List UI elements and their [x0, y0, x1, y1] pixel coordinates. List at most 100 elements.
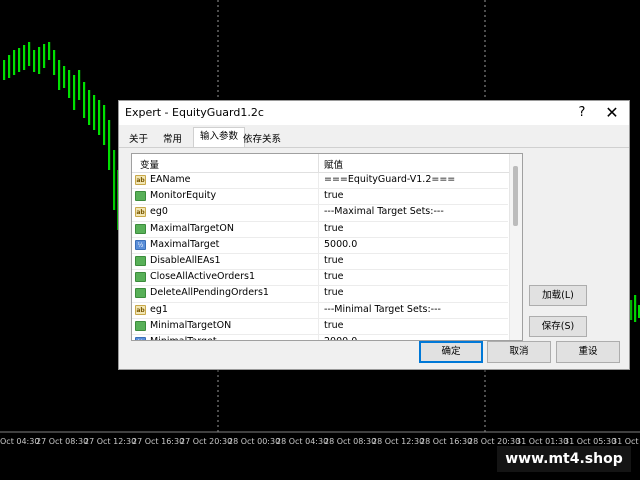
- bool-type-icon: [135, 223, 146, 234]
- candle: [28, 42, 31, 66]
- candle: [8, 55, 11, 78]
- parameter-name: MinimalTarget: [150, 336, 217, 340]
- candle: [630, 300, 633, 320]
- time-tick-label: 28 Oct 16:30: [420, 437, 473, 446]
- dialog-titlebar: Expert - EquityGuard1.2c ? ✕: [119, 101, 629, 125]
- parameter-value[interactable]: true: [324, 271, 344, 282]
- parameter-name: MaximalTargetON: [150, 222, 234, 234]
- parameter-value[interactable]: true: [324, 223, 344, 234]
- parameter-row[interactable]: MinimalTargetON true: [132, 318, 508, 335]
- string-type-icon: ab: [135, 207, 146, 218]
- candle: [3, 60, 6, 80]
- grid-scrollbar[interactable]: [509, 154, 522, 340]
- time-tick-label: Oct 04:30: [0, 437, 40, 446]
- candle: [634, 295, 637, 322]
- grid-rows: ab EAName ===EquityGuard-V1.2=== MonitorEqu…: [132, 173, 508, 340]
- parameter-value[interactable]: 2000.0: [324, 336, 357, 340]
- inputs-grid: 变量 赋值 ab EAName ===EquityGuard-V1.2=== Moni…: [131, 153, 523, 341]
- parameter-value[interactable]: true: [324, 320, 344, 331]
- candle: [18, 48, 21, 72]
- parameter-value[interactable]: true: [324, 287, 344, 298]
- parameter-value[interactable]: true: [324, 190, 344, 201]
- parameter-row[interactable]: ab eg0 ---Maximal Target Sets:---: [132, 205, 508, 222]
- column-header-variable[interactable]: 变量: [140, 157, 159, 171]
- time-tick-label: 27 Oct 12:30: [84, 437, 137, 446]
- time-tick-label: 31 Oct 01:30: [516, 437, 569, 446]
- bool-type-icon: [135, 191, 146, 202]
- parameter-row[interactable]: DeleteAllPendingOrders1 true: [132, 286, 508, 303]
- string-type-icon: ab: [135, 304, 146, 315]
- parameter-name: MaximalTarget: [150, 238, 220, 250]
- parameter-value[interactable]: ---Maximal Target Sets:---: [324, 206, 444, 217]
- parameter-row[interactable]: MonitorEquity true: [132, 189, 508, 206]
- parameter-name: DisableAllEAs1: [150, 254, 221, 266]
- tab-common[interactable]: 常用: [163, 131, 182, 145]
- grid-header: 变量 赋值: [132, 154, 522, 173]
- bool-type-icon: [135, 288, 146, 299]
- tab-inputs[interactable]: 输入参数: [193, 127, 246, 147]
- bool-type-icon: [135, 255, 146, 266]
- candle: [98, 100, 101, 135]
- parameter-name: DeleteAllPendingOrders1: [150, 287, 269, 299]
- parameter-name: eg0: [150, 206, 168, 218]
- time-tick-label: 27 Oct 08:30: [36, 437, 89, 446]
- time-tick-label: 28 Oct 00:30: [228, 437, 281, 446]
- candle: [108, 120, 111, 170]
- scrollbar-thumb[interactable]: [513, 166, 518, 226]
- bool-type-icon: [135, 320, 146, 331]
- cancel-button[interactable]: 取消: [487, 341, 551, 363]
- candle: [23, 45, 26, 70]
- candle: [103, 105, 106, 145]
- candle: [38, 47, 41, 74]
- time-tick-label: 27 Oct 20:30: [180, 437, 233, 446]
- ok-button[interactable]: 确定: [419, 341, 483, 363]
- parameter-row[interactable]: DisableAllEAs1 true: [132, 253, 508, 271]
- candle: [58, 60, 61, 90]
- parameter-value[interactable]: ---Minimal Target Sets:---: [324, 304, 441, 315]
- number-type-icon: ½: [135, 239, 146, 250]
- time-tick-label: 31 Oct 05:30: [564, 437, 617, 446]
- dialog-title: Expert - EquityGuard1.2c: [125, 106, 264, 119]
- tab-dependencies[interactable]: 依存关系: [243, 131, 281, 145]
- reset-button[interactable]: 重设: [556, 341, 620, 363]
- save-button[interactable]: 保存(S): [529, 316, 587, 337]
- time-tick-label: 31 Oct 09:: [612, 437, 640, 446]
- time-tick-label: 28 Oct 20:30: [468, 437, 521, 446]
- time-tick-label: 27 Oct 16:30: [132, 437, 185, 446]
- tab-about[interactable]: 关于: [129, 131, 148, 145]
- candle: [43, 44, 46, 68]
- expert-properties-dialog: Expert - EquityGuard1.2c ? ✕ 关于 常用 输入参数 …: [118, 100, 630, 370]
- parameter-row[interactable]: CloseAllActiveOrders1 true: [132, 270, 508, 287]
- parameter-row[interactable]: ab eg1 ---Minimal Target Sets:---: [132, 302, 508, 319]
- load-button[interactable]: 加载(L): [529, 285, 587, 306]
- candle: [88, 90, 91, 125]
- parameter-value[interactable]: true: [324, 255, 344, 266]
- number-type-icon: ½: [135, 336, 146, 340]
- help-button[interactable]: ?: [571, 103, 593, 123]
- candle: [13, 50, 16, 75]
- candle: [68, 70, 71, 98]
- time-tick-label: 28 Oct 04:30: [276, 437, 329, 446]
- candle: [48, 42, 51, 60]
- parameter-name: MonitorEquity: [150, 190, 217, 202]
- candle: [78, 70, 81, 100]
- parameter-name: eg1: [150, 303, 168, 315]
- time-tick-label: 28 Oct 08:30: [324, 437, 377, 446]
- parameter-row[interactable]: ab EAName ===EquityGuard-V1.2===: [132, 173, 508, 190]
- watermark: www.mt4.shop: [497, 446, 631, 472]
- close-button[interactable]: ✕: [601, 103, 623, 123]
- candle: [33, 50, 36, 72]
- parameter-value[interactable]: 5000.0: [324, 239, 357, 250]
- candle: [73, 75, 76, 110]
- parameter-name: CloseAllActiveOrders1: [150, 271, 256, 283]
- parameter-value[interactable]: ===EquityGuard-V1.2===: [324, 174, 455, 185]
- string-type-icon: ab: [135, 175, 146, 185]
- candle: [83, 82, 86, 118]
- bool-type-icon: [135, 272, 146, 283]
- parameter-row[interactable]: ½ MaximalTarget 5000.0: [132, 237, 508, 254]
- candle: [113, 150, 116, 210]
- parameter-row[interactable]: MaximalTargetON true: [132, 221, 508, 238]
- time-tick-label: 28 Oct 12:30: [372, 437, 425, 446]
- column-header-value[interactable]: 赋值: [324, 157, 343, 171]
- candle: [93, 95, 96, 130]
